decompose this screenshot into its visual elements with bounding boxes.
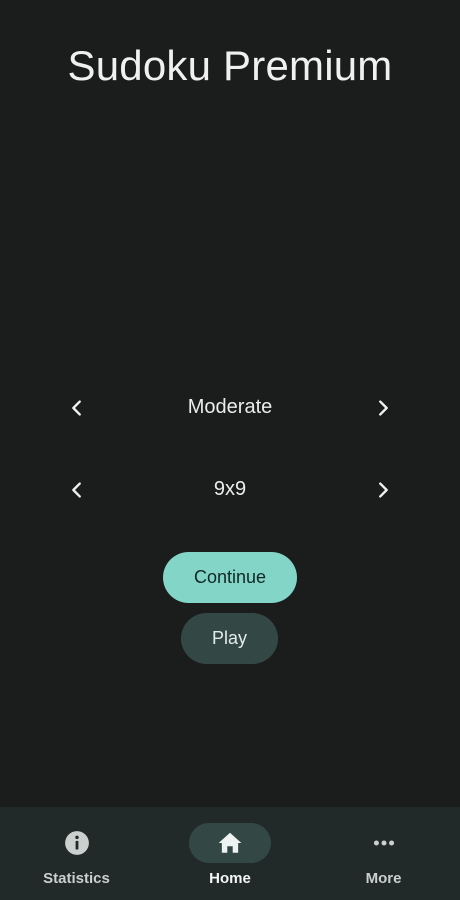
info-icon xyxy=(64,831,89,855)
chevron-left-icon xyxy=(72,482,81,498)
bottom-navigation: Statistics Home More xyxy=(0,807,460,900)
nav-item-statistics[interactable]: Statistics xyxy=(0,807,153,900)
chevron-left-icon xyxy=(72,400,81,416)
board-size-previous-button[interactable] xyxy=(57,470,97,510)
difficulty-next-button[interactable] xyxy=(363,388,403,428)
nav-item-more[interactable]: More xyxy=(307,807,460,900)
nav-label-more: More xyxy=(365,870,402,887)
nav-label-home: Home xyxy=(209,870,251,887)
board-size-selector: 9x9 xyxy=(0,466,460,514)
difficulty-value: Moderate xyxy=(187,396,273,418)
chevron-right-icon xyxy=(379,400,388,416)
nav-icon-container-selected xyxy=(189,823,271,863)
nav-icon-container xyxy=(343,823,425,863)
chevron-right-icon xyxy=(379,482,388,498)
app-title: Sudoku Premium xyxy=(67,42,393,89)
more-horizontal-icon xyxy=(373,840,394,846)
play-button[interactable]: Play xyxy=(181,613,278,664)
board-size-next-button[interactable] xyxy=(363,470,403,510)
nav-item-home[interactable]: Home xyxy=(153,807,307,900)
nav-label-statistics: Statistics xyxy=(43,870,110,887)
difficulty-selector: Moderate xyxy=(0,384,460,432)
difficulty-previous-button[interactable] xyxy=(57,388,97,428)
board-size-value: 9x9 xyxy=(213,478,247,500)
home-icon xyxy=(218,832,242,853)
continue-button[interactable]: Continue xyxy=(163,552,297,603)
nav-icon-container xyxy=(36,823,118,863)
